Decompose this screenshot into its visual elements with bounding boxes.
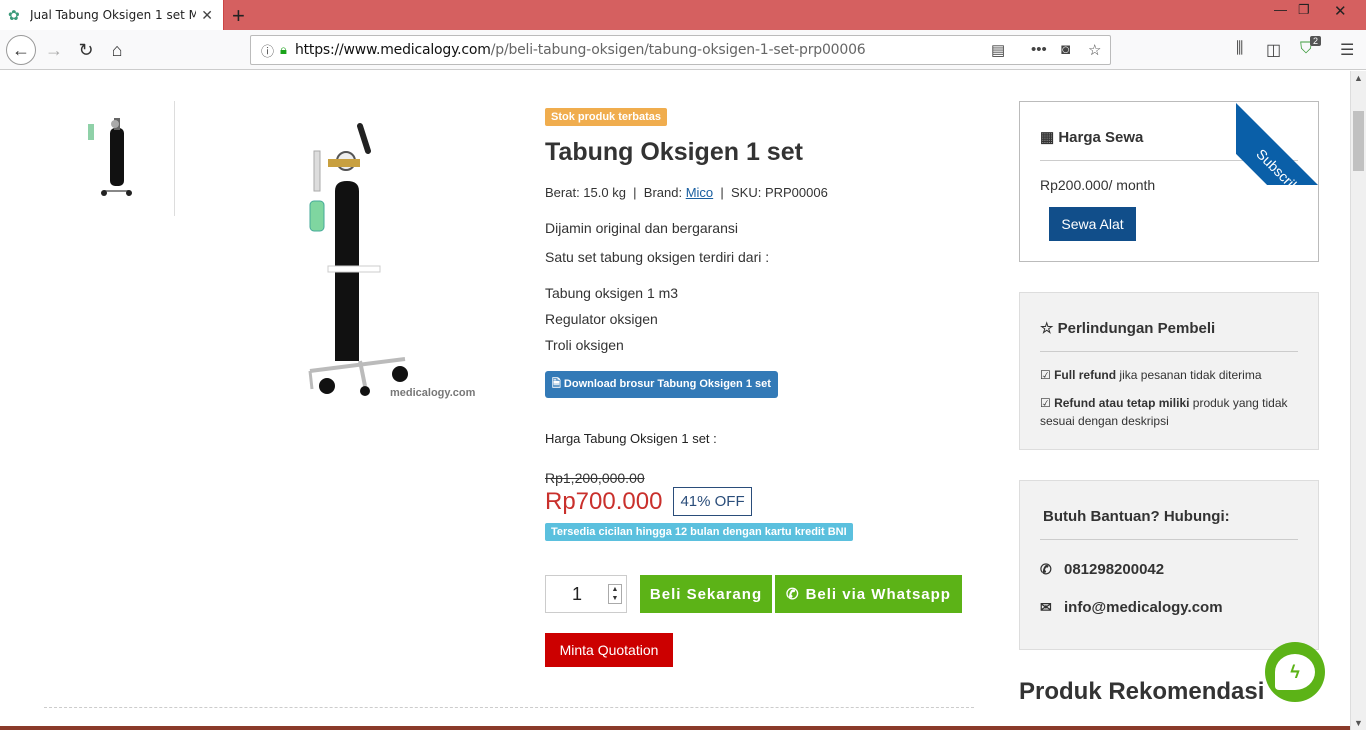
star-icon: ☆ (1040, 320, 1058, 337)
url-text[interactable]: https://www.medicalogy.com/p/beli-tabung… (295, 42, 866, 58)
reload-icon[interactable]: ↻ (72, 36, 100, 64)
buy-now-button[interactable]: Beli Sekarang (640, 575, 772, 613)
browser-tab[interactable]: ✿ Jual Tabung Oksigen 1 set Murah ✕ (0, 0, 224, 30)
list-item: Troli oksigen (545, 337, 624, 353)
rent-title-label: Harga Sewa (1058, 129, 1144, 146)
meta-sku: SKU: PRP00006 (731, 185, 828, 200)
product-meta: Berat: 15.0 kg | Brand: Mico | SKU: PRP0… (545, 185, 828, 200)
price-row: Rp700.000 41% OFF (545, 487, 985, 516)
tab-title: Jual Tabung Oksigen 1 set Murah (30, 8, 196, 22)
quantity-stepper[interactable]: 1 ▲ ▼ (545, 575, 627, 613)
scroll-thumb[interactable] (1353, 111, 1364, 171)
old-price: Rp1,200,000.00 (545, 470, 645, 486)
protection-item: ☑ Full refund jika pesanan tidak diterim… (1040, 366, 1298, 384)
subscribe-ribbon[interactable]: Subscribe (1236, 71, 1350, 185)
new-tab-icon[interactable]: + (232, 3, 245, 29)
forward-arrow-icon[interactable]: → (40, 36, 68, 64)
rent-button[interactable]: Sewa Alat (1049, 207, 1136, 241)
sidebar-toggle-icon[interactable]: ◫ (1266, 40, 1281, 60)
list-item: Regulator oksigen (545, 311, 658, 327)
email-address: info@medicalogy.com (1064, 599, 1223, 616)
help-title: Butuh Bantuan? Hubungi: (1043, 508, 1230, 525)
meta-weight: Berat: 15.0 kg (545, 185, 626, 200)
page-scrollbar[interactable]: ▲ ▼ (1350, 71, 1366, 730)
file-pdf-icon: 🗎︎ (552, 378, 564, 390)
whatsapp-icon: ✆ (786, 586, 800, 603)
table-icon: ▦ (1040, 129, 1059, 146)
pocket-icon[interactable]: ◙ (1061, 41, 1070, 58)
messenger-chat-button[interactable]: ϟ (1265, 642, 1325, 702)
url-host: https://www.medicalogy.com (294, 42, 491, 58)
contact-phone[interactable]: ✆ 081298200042 (1040, 561, 1298, 578)
price-label: Harga Tabung Oksigen 1 set : (545, 431, 717, 446)
close-tab-icon[interactable]: ✕ (201, 7, 213, 24)
product-description: Dijamin original dan bergaransi Satu set… (545, 220, 985, 353)
bottom-strip (0, 726, 1350, 730)
download-brochure-button[interactable]: 🗎︎ Download brosur Tabung Oksigen 1 set (545, 371, 778, 398)
address-bar[interactable]: ⓘ 🔒︎ https://www.medicalogy.com/p/beli-t… (250, 35, 1111, 65)
envelope-icon: ✉ (1040, 599, 1052, 615)
buyer-protection-card: ☆ Perlindungan Pembeli ☑ Full refund jik… (1019, 292, 1319, 450)
home-icon[interactable]: ⌂ (103, 36, 131, 64)
installment-badge: Tersedia cicilan hingga 12 bulan dengan … (545, 523, 853, 541)
request-quotation-button[interactable]: Minta Quotation (545, 633, 673, 667)
library-icon[interactable]: ⫼ (1236, 40, 1243, 58)
phone-number: 081298200042 (1064, 561, 1165, 578)
list-item: Tabung oksigen 1 m3 (545, 285, 679, 301)
reader-view-icon[interactable]: ▤ (991, 41, 1005, 59)
back-arrow-icon[interactable]: ← (6, 35, 36, 65)
minimize-icon[interactable]: — (1274, 2, 1287, 17)
product-thumbnail[interactable] (74, 106, 154, 216)
meta-brand-label: Brand: (643, 185, 683, 200)
current-price: Rp700.000 (545, 487, 663, 515)
subscribe-label: Subscribe (1253, 145, 1309, 185)
description-line: Dijamin original dan bergaransi (545, 220, 738, 236)
card-divider (1040, 539, 1298, 540)
product-info: Stok produk terbatas Tabung Oksigen 1 se… (545, 107, 985, 541)
bookmark-star-icon[interactable]: ☆ (1088, 41, 1101, 59)
protection-title: ☆ Perlindungan Pembeli (1040, 319, 1298, 337)
protection-title-label: Perlindungan Pembeli (1057, 320, 1216, 337)
help-card: Butuh Bantuan? Hubungi: ✆ 081298200042 ✉ i… (1019, 480, 1319, 650)
product-title: Tabung Oksigen 1 set (545, 138, 803, 166)
web-page: medicalogy.com Stok produk terbatas Tabu… (0, 71, 1366, 730)
discount-badge: 41% OFF (673, 487, 752, 516)
site-favicon-icon: ✿ (8, 7, 20, 23)
extension-badge: 2 (1310, 36, 1322, 46)
quantity-value[interactable]: 1 (546, 584, 608, 605)
divider (44, 707, 974, 708)
brand-link[interactable]: Mico (686, 185, 713, 200)
brochure-label: Download brosur Tabung Oksigen 1 set (563, 378, 771, 390)
info-icon[interactable]: ⓘ (261, 41, 274, 60)
stepper-arrows-icon[interactable]: ▲ ▼ (608, 584, 622, 604)
buy-whatsapp-label: Beli via Whatsapp (805, 585, 951, 603)
phone-icon: ✆ (1040, 561, 1052, 577)
protection-item-text: jika pesanan tidak diterima (1116, 368, 1262, 382)
close-window-icon[interactable]: ✕ (1334, 2, 1347, 20)
check-icon: ☑ (1040, 368, 1055, 382)
protection-item-bold: Refund atau tetap miliki (1054, 396, 1190, 410)
recommendation-heading: Produk Rekomendasi (1019, 678, 1265, 705)
contact-email[interactable]: ✉ info@medicalogy.com (1040, 599, 1298, 616)
tab-bar: ✿ Jual Tabung Oksigen 1 set Murah ✕ + — … (0, 0, 1366, 30)
restore-icon[interactable]: ❐ (1298, 2, 1310, 18)
product-main-image[interactable]: medicalogy.com (290, 121, 490, 401)
lock-icon[interactable]: 🔒︎ (280, 42, 287, 58)
buy-whatsapp-button[interactable]: ✆ Beli via Whatsapp (775, 575, 962, 613)
protection-item: ☑ Refund atau tetap miliki produk yang t… (1040, 394, 1298, 430)
messenger-icon: ϟ (1275, 654, 1315, 690)
protection-item-bold: Full refund (1054, 368, 1117, 382)
card-divider (1040, 351, 1298, 352)
image-watermark: medicalogy.com (390, 387, 476, 399)
check-icon: ☑ (1040, 396, 1055, 410)
thumbnail-column (44, 101, 175, 216)
stock-badge: Stok produk terbatas (545, 108, 668, 126)
menu-icon[interactable]: ☰ (1340, 40, 1354, 60)
navigation-bar: ← → ↻ ⌂ ⓘ 🔒︎ https://www.medicalogy.com/… (0, 30, 1366, 70)
url-path: /p/beli-tabung-oksigen/tabung-oksigen-1-… (490, 42, 866, 58)
more-actions-icon[interactable]: ••• (1031, 41, 1047, 58)
description-line: Satu set tabung oksigen terdiri dari : (545, 249, 770, 265)
scroll-down-icon[interactable]: ▼ (1354, 718, 1363, 728)
scroll-up-icon[interactable]: ▲ (1354, 73, 1363, 83)
